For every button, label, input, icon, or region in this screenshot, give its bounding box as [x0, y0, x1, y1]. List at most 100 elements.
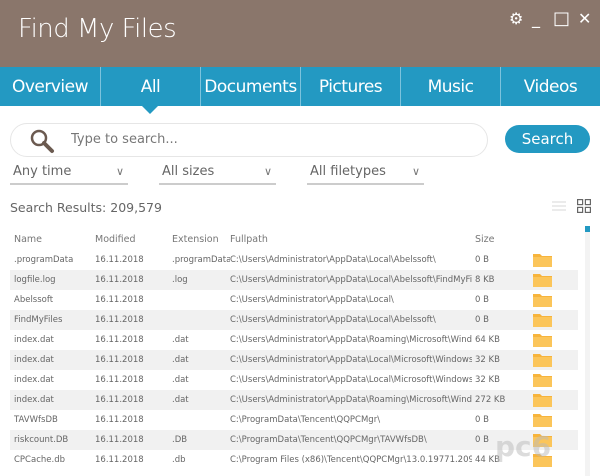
search-results-summary: Search Results: 209,579	[10, 200, 162, 215]
cell-name: TAVWfsDB	[14, 415, 58, 425]
cell-modified: 16.11.2018	[95, 435, 144, 445]
chevron-down-icon: ∨	[263, 165, 272, 178]
cell-name: .programData	[14, 255, 74, 265]
cell-name: CPCache.db	[14, 455, 65, 465]
column-header-modified[interactable]: Modified	[95, 230, 170, 250]
open-folder-icon[interactable]	[533, 313, 552, 327]
cell-modified: 16.11.2018	[95, 255, 144, 265]
table-header: Name Modified Extension Fullpath Size	[10, 230, 578, 250]
cell-size: 32 KB	[475, 355, 500, 365]
scrollbar-thumb[interactable]	[585, 226, 590, 232]
search-button[interactable]: Search	[505, 125, 590, 153]
chevron-down-icon: ∨	[411, 165, 420, 178]
maximize-button[interactable]: □	[553, 10, 570, 28]
table-row[interactable]: .programData 16.11.2018 .programData C:\Use…	[10, 250, 578, 270]
cell-modified: 16.11.2018	[95, 315, 144, 325]
grid-view-icon[interactable]	[577, 199, 591, 213]
cell-name: logfile.log	[14, 275, 56, 285]
tab-overview[interactable]: Overview	[0, 67, 100, 106]
column-header-fullpath[interactable]: Fullpath	[230, 230, 472, 250]
scrollbar[interactable]	[585, 226, 590, 476]
app-title: Find My Files	[18, 14, 177, 44]
cell-ext: .dat	[172, 375, 189, 385]
cell-path: C:\Users\Administrator\AppData\Local\Mic…	[230, 355, 472, 365]
column-header-size[interactable]: Size	[475, 230, 525, 250]
cell-path: C:\ProgramData\Tencent\QQPCMgr\TAVWfsDB\	[230, 435, 427, 445]
cell-ext: .dat	[172, 335, 189, 345]
table-row[interactable]: FindMyFiles 16.11.2018 C:\Users\Administra…	[10, 310, 578, 330]
table-row[interactable]: index.dat 16.11.2018 .dat C:\Users\Administ…	[10, 390, 578, 410]
cell-ext: .programData	[172, 255, 230, 265]
open-folder-icon[interactable]	[533, 353, 552, 367]
cell-path: C:\ProgramData\Tencent\QQPCMgr\	[230, 415, 381, 425]
time-filter-dropdown[interactable]: Any time ∨	[10, 164, 128, 185]
table-row[interactable]: TAVWfsDB 16.11.2018 C:\ProgramData\Tencent…	[10, 410, 578, 430]
cell-modified: 16.11.2018	[95, 455, 144, 465]
settings-gear-icon[interactable]: ⚙	[509, 11, 523, 27]
search-icon	[30, 129, 54, 153]
tab-all[interactable]: All	[100, 67, 200, 106]
cell-name: FindMyFiles	[14, 315, 63, 325]
active-tab-indicator	[142, 106, 158, 114]
results-table: Name Modified Extension Fullpath Size .p…	[10, 230, 578, 470]
title-bar: Find My Files ⚙ _ □ ✕	[0, 0, 600, 67]
type-filter-value: All filetypes	[310, 164, 386, 179]
search-box	[10, 123, 488, 157]
list-view-icon[interactable]	[552, 199, 566, 213]
open-folder-icon[interactable]	[533, 293, 552, 307]
cell-path: C:\Users\Administrator\AppData\Roaming\M…	[230, 395, 472, 405]
size-filter-dropdown[interactable]: All sizes ∨	[159, 164, 276, 185]
cell-name: index.dat	[14, 375, 54, 385]
open-folder-icon[interactable]	[533, 273, 552, 287]
watermark-logo: pc6	[495, 430, 552, 463]
cell-path: C:\Users\Administrator\AppData\Local\Abe…	[230, 315, 436, 325]
cell-name: index.dat	[14, 355, 54, 365]
table-row[interactable]: riskcount.DB 16.11.2018 .DB C:\ProgramData\…	[10, 430, 578, 450]
close-button[interactable]: ✕	[578, 11, 591, 27]
cell-ext: .log	[172, 275, 188, 285]
cell-path: C:\Users\Administrator\AppData\Local\Abe…	[230, 255, 436, 265]
table-row[interactable]: index.dat 16.11.2018 .dat C:\Users\Administ…	[10, 350, 578, 370]
table-row[interactable]: CPCache.db 16.11.2018 .db C:\Program Files …	[10, 450, 578, 470]
table-row[interactable]: logfile.log 16.11.2018 .log C:\Users\Admini…	[10, 270, 578, 290]
cell-modified: 16.11.2018	[95, 295, 144, 305]
cell-size: 64 KB	[475, 335, 500, 345]
column-header-extension[interactable]: Extension	[172, 230, 230, 250]
cell-ext: .dat	[172, 395, 189, 405]
cell-size: 0 B	[475, 315, 489, 325]
chevron-down-icon: ∨	[115, 165, 124, 178]
table-row[interactable]: Abelssoft 16.11.2018 C:\Users\Administrato…	[10, 290, 578, 310]
cell-name: riskcount.DB	[14, 435, 69, 445]
cell-path: C:\Users\Administrator\AppData\Local\	[230, 295, 394, 305]
tab-music[interactable]: Music	[400, 67, 500, 106]
cell-path: C:\Users\Administrator\AppData\Local\Mic…	[230, 375, 472, 385]
results-count: 209,579	[110, 200, 162, 215]
type-filter-dropdown[interactable]: All filetypes ∨	[307, 164, 424, 185]
search-input[interactable]	[71, 132, 451, 147]
tab-pictures[interactable]: Pictures	[300, 67, 400, 106]
cell-path: C:\Users\Administrator\AppData\Roaming\M…	[230, 335, 472, 345]
tab-documents[interactable]: Documents	[200, 67, 300, 106]
cell-size: 0 B	[475, 295, 489, 305]
open-folder-icon[interactable]	[533, 373, 552, 387]
size-filter-value: All sizes	[162, 164, 215, 179]
column-header-name[interactable]: Name	[14, 230, 94, 250]
cell-path: C:\Program Files (x86)\Tencent\QQPCMgr\1…	[230, 455, 472, 465]
cell-modified: 16.11.2018	[95, 375, 144, 385]
cell-modified: 16.11.2018	[95, 335, 144, 345]
cell-size: 0 B	[475, 415, 489, 425]
category-tabs: Overview All Documents Pictures Music Vi…	[0, 67, 600, 106]
tab-videos[interactable]: Videos	[500, 67, 600, 106]
minimize-button[interactable]: _	[532, 11, 540, 27]
cell-name: Abelssoft	[14, 295, 54, 305]
cell-ext: .dat	[172, 355, 189, 365]
open-folder-icon[interactable]	[533, 413, 552, 427]
cell-modified: 16.11.2018	[95, 415, 144, 425]
cell-modified: 16.11.2018	[95, 355, 144, 365]
table-row[interactable]: index.dat 16.11.2018 .dat C:\Users\Administ…	[10, 330, 578, 350]
table-row[interactable]: index.dat 16.11.2018 .dat C:\Users\Administ…	[10, 370, 578, 390]
results-label: Search Results:	[10, 200, 107, 215]
open-folder-icon[interactable]	[533, 333, 552, 347]
open-folder-icon[interactable]	[533, 253, 552, 267]
open-folder-icon[interactable]	[533, 393, 552, 407]
